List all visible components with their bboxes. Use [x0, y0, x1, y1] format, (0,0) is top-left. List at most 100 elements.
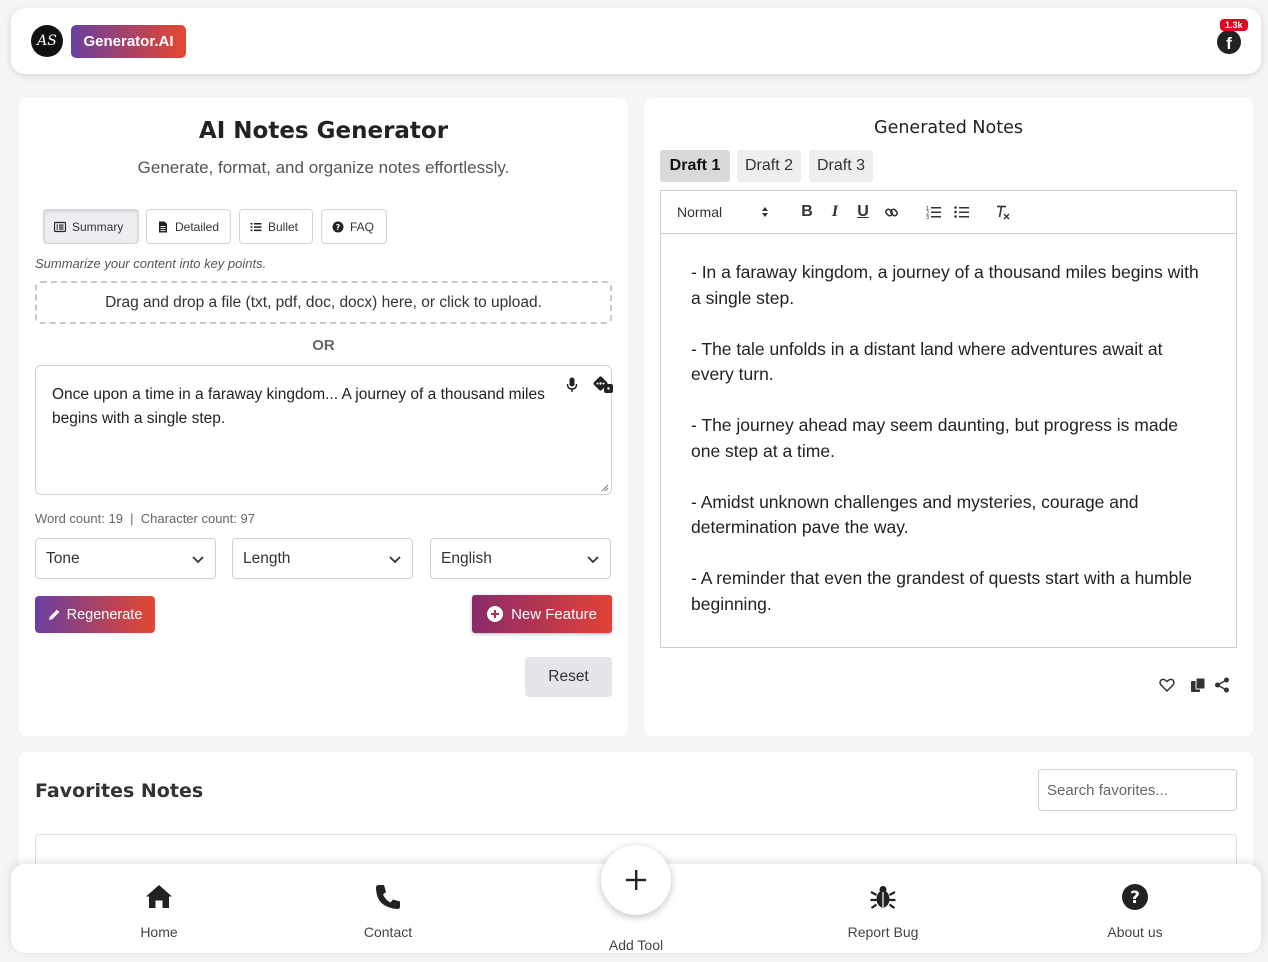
- question-circle-icon: ?: [1122, 884, 1148, 910]
- question-circle-icon: ?: [332, 221, 344, 232]
- plus-circle-icon: [487, 606, 504, 622]
- reset-button[interactable]: Reset: [525, 657, 612, 697]
- pencil-icon: [48, 609, 60, 620]
- new-feature-label: New Feature: [511, 605, 597, 623]
- clear-format-button[interactable]: [989, 200, 1017, 224]
- language-select[interactable]: English: [430, 538, 611, 579]
- plus-icon: [626, 870, 646, 890]
- bullet-list-icon: [250, 222, 262, 231]
- note-line: - Amidst unknown challenges and mysterie…: [691, 491, 1139, 538]
- svg-text:?: ?: [336, 223, 341, 232]
- length-select-value: Length: [243, 549, 291, 567]
- nav-home-label: Home: [140, 924, 178, 940]
- top-bar: AS Generator.AI f 1.3k: [11, 8, 1261, 74]
- length-select[interactable]: Length: [232, 538, 413, 579]
- mode-summary-button[interactable]: Summary: [43, 209, 139, 244]
- microphone-icon[interactable]: [566, 377, 578, 393]
- mode-hint: Summarize your content into key points.: [35, 256, 267, 271]
- nav-about[interactable]: ? About us: [1075, 882, 1195, 940]
- add-tool-label: Add Tool: [608, 937, 664, 953]
- bold-button[interactable]: B: [793, 200, 821, 224]
- note-line: - The journey ahead may seem daunting, b…: [691, 415, 1179, 461]
- sort-arrows-icon: [762, 207, 768, 217]
- tone-select[interactable]: Tone: [35, 538, 216, 579]
- resize-handle-icon[interactable]: [601, 484, 609, 492]
- stats-separator: |: [130, 511, 134, 526]
- or-divider: OR: [312, 337, 335, 354]
- logo-icon[interactable]: AS: [31, 25, 63, 57]
- brand-badge[interactable]: Generator.AI: [71, 25, 186, 58]
- italic-icon: I: [831, 203, 839, 220]
- editor-toolbar: Normal B I U 123: [660, 190, 1237, 233]
- chevron-down-icon: [587, 555, 599, 563]
- generated-notes-title: Generated Notes: [874, 118, 1023, 138]
- list-alt-icon: [54, 221, 66, 232]
- underline-icon: U: [857, 203, 869, 220]
- language-select-value: English: [441, 549, 492, 567]
- format-select-value: Normal: [677, 204, 723, 220]
- notes-editor[interactable]: - In a faraway kingdom, a journey of a t…: [660, 233, 1237, 648]
- link-icon: [884, 207, 898, 217]
- bold-icon: B: [801, 203, 813, 220]
- nav-contact[interactable]: Contact: [328, 882, 448, 940]
- ordered-list-button[interactable]: 123: [919, 200, 947, 224]
- mode-faq-button[interactable]: ? FAQ: [321, 209, 387, 244]
- bug-icon: [870, 886, 896, 909]
- word-count: Word count: 19: [35, 511, 123, 526]
- bullet-list-button[interactable]: [947, 200, 975, 224]
- note-line: - The tale unfolds in a distant land whe…: [691, 338, 1163, 385]
- chevron-down-icon: [389, 555, 401, 563]
- mode-label: Bullet: [268, 219, 299, 234]
- tab-draft-2[interactable]: Draft 2: [737, 150, 801, 182]
- underline-button[interactable]: U: [849, 200, 877, 224]
- nav-report-bug-label: Report Bug: [847, 924, 919, 940]
- nav-home[interactable]: Home: [99, 882, 219, 940]
- favorites-search-input[interactable]: [1038, 769, 1237, 811]
- favorites-title: Favorites Notes: [35, 780, 204, 802]
- mode-bullet-button[interactable]: Bullet: [239, 209, 313, 244]
- nav-about-label: About us: [1107, 924, 1163, 940]
- home-icon: [146, 885, 172, 908]
- phone-icon: [376, 885, 400, 909]
- document-icon: [159, 221, 167, 232]
- facebook-icon[interactable]: f: [1217, 30, 1241, 54]
- generator-panel: AI Notes Generator Generate, format, and…: [19, 98, 628, 736]
- svg-text:3: 3: [926, 215, 929, 219]
- heart-icon[interactable]: [1159, 677, 1175, 693]
- tone-select-value: Tone: [46, 549, 80, 567]
- text-stats: Word count: 19 | Character count: 97: [35, 511, 255, 526]
- clear-format-icon: [997, 205, 1010, 219]
- content-textarea[interactable]: Once upon a time in a faraway kingdom...…: [35, 365, 615, 495]
- mode-label: FAQ: [350, 219, 375, 234]
- regenerate-button[interactable]: Regenerate: [35, 596, 155, 633]
- bullet-list-icon: [953, 206, 969, 218]
- page-subtitle: Generate, format, and organize notes eff…: [137, 158, 510, 177]
- add-tool-button[interactable]: [601, 845, 671, 915]
- note-line: - In a faraway kingdom, a journey of a t…: [691, 262, 1199, 308]
- generated-notes-panel: Generated Notes Draft 1 Draft 2 Draft 3 …: [644, 98, 1253, 736]
- mode-detailed-button[interactable]: Detailed: [146, 209, 231, 244]
- link-button[interactable]: [877, 200, 905, 224]
- nav-report-bug[interactable]: Report Bug: [823, 882, 943, 940]
- mode-label: Detailed: [175, 219, 220, 234]
- mode-label: Summary: [72, 219, 124, 234]
- italic-button[interactable]: I: [821, 200, 849, 224]
- chevron-down-icon: [192, 555, 204, 563]
- regenerate-label: Regenerate: [66, 606, 143, 623]
- format-select[interactable]: Normal: [677, 204, 769, 220]
- tab-draft-3[interactable]: Draft 3: [809, 150, 873, 182]
- character-count: Character count: 97: [140, 511, 255, 526]
- svg-text:?: ?: [1130, 888, 1140, 908]
- facebook-count-badge: 1.3k: [1220, 19, 1248, 31]
- dice-icon[interactable]: [593, 376, 615, 394]
- ordered-list-icon: 123: [926, 206, 941, 219]
- content-text: Once upon a time in a faraway kingdom...…: [52, 386, 545, 427]
- tab-draft-1[interactable]: Draft 1: [660, 150, 730, 182]
- note-line: - A reminder that even the grandest of q…: [691, 568, 1192, 614]
- share-icon[interactable]: [1214, 677, 1230, 693]
- page-title: AI Notes Generator: [198, 118, 449, 144]
- file-dropzone[interactable]: Drag and drop a file (txt, pdf, doc, doc…: [35, 281, 612, 324]
- nav-contact-label: Contact: [363, 924, 413, 940]
- new-feature-button[interactable]: New Feature: [472, 595, 612, 633]
- copy-icon[interactable]: [1190, 677, 1206, 693]
